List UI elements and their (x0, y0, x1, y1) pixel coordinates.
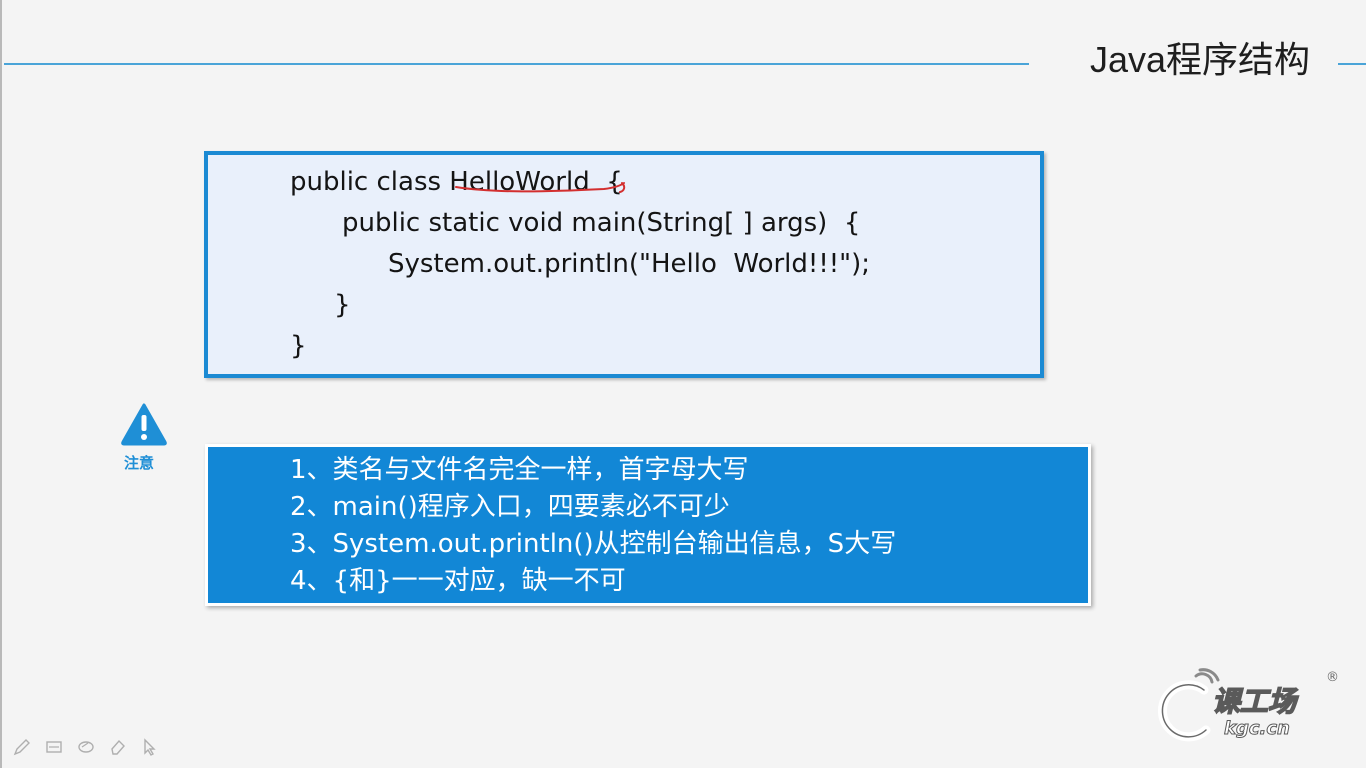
header-rule-left (4, 63, 1029, 65)
note-item-1: 1、类名与文件名完全一样，首字母大写 (290, 455, 749, 485)
slide: Java程序结构 public class HelloWorld { publi… (0, 0, 1366, 768)
note-item-3: 3、System.out.println()从控制台输出信息，S大写 (290, 529, 897, 559)
handwritten-underline (455, 182, 626, 193)
header-rule-right (1338, 63, 1366, 65)
registered-mark: ® (1326, 670, 1339, 685)
code-box: public class HelloWorld { public static … (204, 151, 1044, 378)
highlighter-icon[interactable] (42, 735, 66, 759)
eraser-icon[interactable] (74, 735, 98, 759)
code-line-close-class: } (290, 331, 307, 361)
note-item-4: 4、{和}一一对应，缺一不可 (290, 566, 626, 596)
code-line-close-method: } (334, 290, 351, 320)
code-line-println: System.out.println("Hello World!!!"); (388, 249, 871, 279)
code-line-main: public static void main(String[ ] args) … (342, 208, 861, 238)
annotation-toolbar (10, 734, 162, 760)
notice-label: 注意 (124, 454, 155, 472)
kgc-logo: 课工场 kgc.cn ® (1152, 662, 1342, 752)
note-item-2: 2、main()程序入口，四要素必不可少 (290, 492, 730, 522)
clear-icon[interactable] (106, 735, 130, 759)
logo-subtext: kgc.cn (1224, 718, 1291, 740)
warning-icon (121, 403, 167, 446)
logo-text: 课工场 (1211, 684, 1297, 719)
notes-box: 1、类名与文件名完全一样，首字母大写 2、main()程序入口，四要素必不可少 … (205, 444, 1091, 606)
pointer-icon[interactable] (138, 735, 162, 759)
slide-title: Java程序结构 (1090, 39, 1311, 80)
pen-icon[interactable] (10, 735, 34, 759)
